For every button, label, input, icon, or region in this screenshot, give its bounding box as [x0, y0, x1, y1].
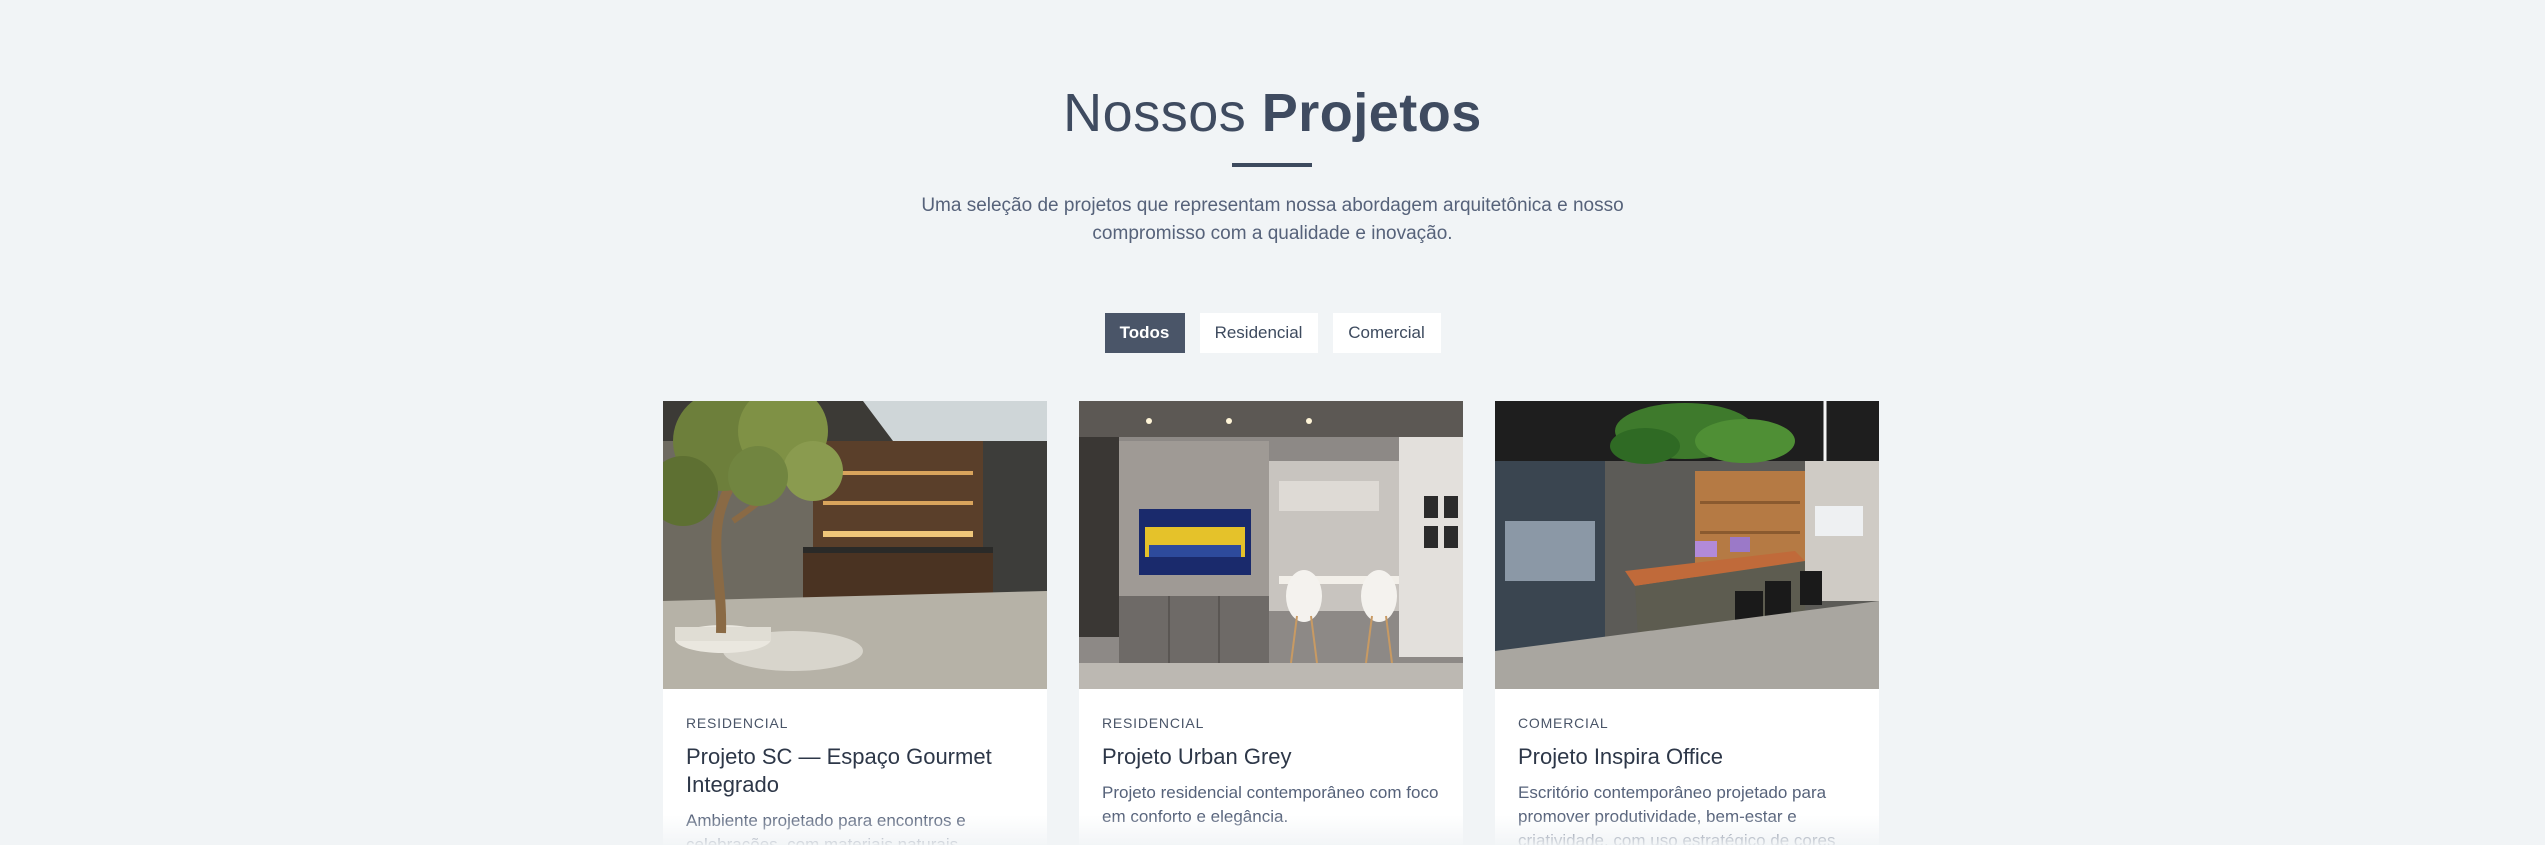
project-image-inspira-office[interactable]: [1495, 401, 1879, 689]
projects-section: Nossos Projetos Uma seleção de projetos …: [0, 0, 2545, 845]
section-title: Nossos Projetos: [0, 82, 2545, 144]
project-category: COMERCIAL: [1518, 715, 1609, 731]
project-card-body: RESIDENCIAL Projeto Urban Grey Projeto r…: [1079, 689, 1463, 829]
section-title-light: Nossos: [1063, 83, 1247, 143]
filter-comercial-button[interactable]: Comercial: [1332, 313, 1441, 353]
section-title-bold: Projetos: [1261, 83, 1482, 143]
project-image-urban-grey[interactable]: [1079, 401, 1463, 689]
filter-residencial-button[interactable]: Residencial: [1199, 313, 1318, 353]
project-card[interactable]: COMERCIAL Projeto Inspira Office Escritó…: [1495, 401, 1879, 845]
project-card[interactable]: RESIDENCIAL Projeto Urban Grey Projeto r…: [1079, 401, 1463, 845]
project-description: Escritório contemporâneo projetado para …: [1518, 783, 1836, 845]
filter-bar: Todos Residencial Comercial: [0, 313, 2545, 353]
section-intro: Uma seleção de projetos que representam …: [921, 195, 1624, 244]
project-card[interactable]: RESIDENCIAL Projeto SC — Espaço Gourmet …: [663, 401, 1047, 845]
project-image-gourmet[interactable]: [663, 401, 1047, 689]
project-card-body: COMERCIAL Projeto Inspira Office Escritó…: [1495, 689, 1879, 845]
project-grid: RESIDENCIAL Projeto SC — Espaço Gourmet …: [663, 401, 1879, 845]
project-description: Ambiente projetado para encontros e cele…: [686, 811, 966, 845]
project-category: RESIDENCIAL: [686, 715, 789, 731]
project-title[interactable]: Projeto Inspira Office: [1518, 743, 1856, 771]
title-divider: [1232, 163, 1312, 167]
project-category: RESIDENCIAL: [1102, 715, 1205, 731]
filter-todos-button[interactable]: Todos: [1104, 313, 1185, 353]
project-description: Projeto residencial contemporâneo com fo…: [1102, 783, 1439, 826]
project-title[interactable]: Projeto Urban Grey: [1102, 743, 1440, 771]
project-title[interactable]: Projeto SC — Espaço Gourmet Integrado: [686, 743, 1024, 799]
project-card-body: RESIDENCIAL Projeto SC — Espaço Gourmet …: [663, 689, 1047, 845]
